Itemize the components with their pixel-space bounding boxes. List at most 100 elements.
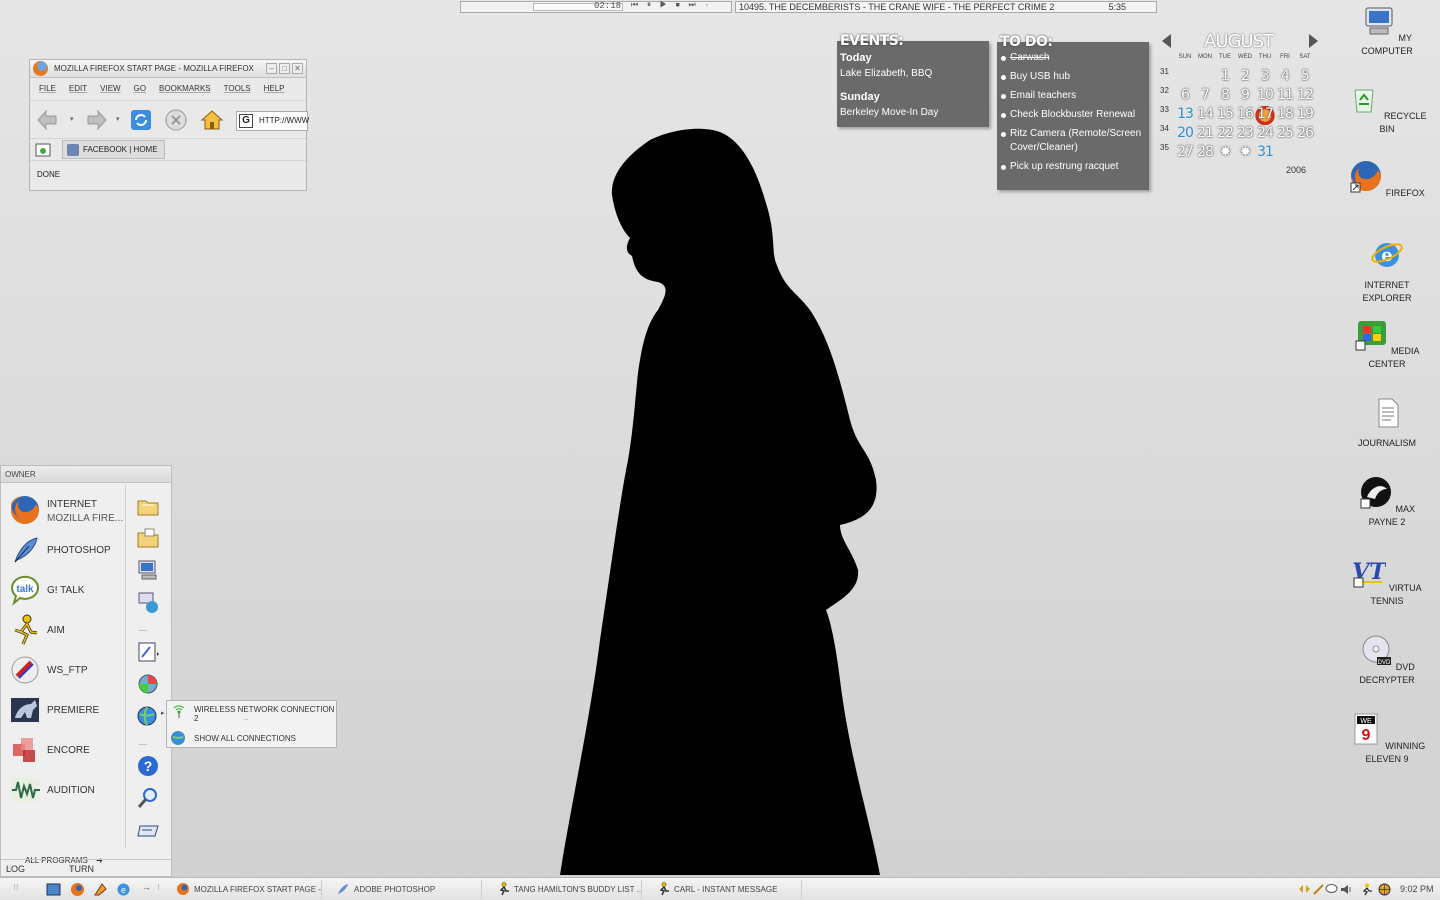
todo-item[interactable]: Carwash [1001, 51, 1145, 65]
task-button-instant-message[interactable]: CARL - INSTANT MESSAGE [652, 880, 802, 899]
desktop-icon-internet-explorer[interactable]: e INTERNET EXPLORER [1347, 238, 1427, 305]
calendar-day[interactable]: 26 [1295, 125, 1315, 144]
calendar-day[interactable]: 27 [1175, 144, 1195, 163]
desktop-icon-recycle-bin[interactable]: RECYCLE BIN [1347, 82, 1427, 136]
desktop-icon-media-center[interactable]: MEDIA CENTER [1347, 317, 1427, 371]
menu-tools[interactable]: TOOLS [224, 78, 251, 100]
calendar-day[interactable]: 23 [1235, 125, 1255, 144]
menu-bookmarks[interactable]: BOOKMARKS [159, 78, 211, 100]
program-audition[interactable]: AUDITION [1, 772, 125, 810]
window-titlebar[interactable]: MOZILLA FIREFOX START PAGE - MOZILLA FIR… [30, 60, 306, 78]
todo-item[interactable]: Email teachers [1001, 89, 1145, 103]
calendar-day[interactable]: 8 [1215, 87, 1235, 106]
connect-to-globe-icon[interactable] [136, 704, 160, 728]
winamp-quicklaunch-icon[interactable] [93, 882, 108, 897]
tray-network-icon[interactable] [1312, 883, 1325, 896]
back-dropdown-icon[interactable]: ▾ [70, 115, 74, 123]
back-arrow-icon[interactable] [36, 108, 60, 132]
calendar-day[interactable]: 16 [1235, 106, 1255, 125]
network-places-icon[interactable] [136, 590, 160, 614]
wireless-network-connection-item[interactable]: WIRELESS NETWORK CONNECTION 2 [194, 705, 336, 723]
calendar-day[interactable]: 1 [1215, 68, 1235, 87]
desktop-icon-firefox[interactable]: FIREFOX [1347, 159, 1427, 200]
calendar-day[interactable]: 11 [1275, 87, 1295, 106]
my-documents-folder-icon[interactable] [136, 494, 160, 518]
calendar-day[interactable]: 12 [1295, 87, 1315, 106]
calendar-day[interactable]: 10 [1255, 87, 1275, 106]
menu-file[interactable]: FILE [39, 78, 56, 100]
tray-aim-icon[interactable] [1360, 883, 1373, 896]
desktop-icon-winning-eleven-9[interactable]: WE 9 WINNING ELEVEN 9 [1347, 712, 1427, 766]
calendar-day[interactable]: 3 [1255, 68, 1275, 87]
run-icon[interactable] [136, 818, 160, 842]
tray-volume-icon[interactable] [1340, 883, 1353, 896]
desktop-icon-dvd-decrypter[interactable]: DVD DVD DECRYPTER [1347, 633, 1427, 687]
todo-item[interactable]: Buy USB hub [1001, 70, 1145, 84]
program-photoshop[interactable]: PHOTOSHOP [1, 532, 125, 570]
minimize-button[interactable]: – [266, 63, 277, 74]
quicklaunch-expand-icon[interactable]: → [142, 882, 151, 892]
reload-icon[interactable] [129, 108, 153, 132]
set-program-access-icon[interactable] [136, 672, 160, 696]
calendar-day[interactable]: 15 [1215, 106, 1235, 125]
calendar-day[interactable]: 25 [1275, 125, 1295, 144]
program-aim[interactable]: AIM [1, 612, 125, 650]
program-premiere[interactable]: PREMIERE [1, 692, 125, 730]
todo-item[interactable]: Ritz Camera (Remote/Screen Cover/Cleaner… [1001, 127, 1145, 155]
url-field[interactable]: G HTTP://WWW [236, 111, 309, 131]
calendar-day[interactable]: 19 [1295, 106, 1315, 125]
program-ws-ftp[interactable]: WS_FTP [1, 652, 125, 690]
calendar-day[interactable]: 2 [1235, 68, 1255, 87]
task-button-photoshop[interactable]: ADOBE PHOTOSHOP [332, 880, 482, 899]
desktop-icon-virtua-tennis[interactable]: VT VIRTUA TENNIS [1347, 554, 1427, 608]
calendar-day[interactable]: 9 [1235, 87, 1255, 106]
forward-dropdown-icon[interactable]: ▾ [116, 115, 120, 123]
next-month-icon[interactable] [1309, 34, 1318, 48]
forward-arrow-icon[interactable] [84, 108, 108, 132]
my-pictures-folder-icon[interactable] [136, 526, 160, 550]
calendar-day[interactable]: ✸ [1215, 144, 1235, 163]
calendar-day[interactable]: 22 [1215, 125, 1235, 144]
search-magnifier-icon[interactable] [136, 786, 160, 810]
calendar-day[interactable]: 31 [1255, 144, 1275, 163]
program-gtalk[interactable]: talk G! TALK [1, 572, 125, 610]
todo-item[interactable]: Pick up restrung racquet [1001, 160, 1145, 174]
task-button-firefox[interactable]: MOZILLA FIREFOX START PAGE -... [172, 880, 322, 899]
calendar-day[interactable]: 6 [1175, 87, 1195, 106]
menu-help[interactable]: HELP [264, 78, 285, 100]
menu-edit[interactable]: EDIT [69, 78, 87, 100]
calendar-day[interactable]: 20 [1175, 125, 1195, 144]
bookmark-facebook-home[interactable]: FACEBOOK | HOME [62, 140, 165, 159]
my-computer-icon[interactable] [136, 558, 160, 582]
calendar-day[interactable]: 28 [1195, 144, 1215, 163]
desktop-icon-journalism[interactable]: JOURNALISM [1347, 396, 1427, 450]
calendar-day[interactable]: ✸ [1235, 144, 1255, 163]
control-panel-icon[interactable] [136, 640, 160, 664]
tray-globe-icon[interactable] [1378, 883, 1391, 896]
new-tab-icon[interactable] [35, 142, 51, 158]
tray-chat-icon[interactable] [1325, 883, 1338, 896]
todo-item[interactable]: Check Blockbuster Renewal [1001, 108, 1145, 122]
calendar-day[interactable]: 4 [1275, 68, 1295, 87]
firefox-window[interactable]: MOZILLA FIREFOX START PAGE - MOZILLA FIR… [29, 59, 309, 191]
calendar-day[interactable]: 13 [1175, 106, 1195, 125]
previous-month-icon[interactable] [1162, 34, 1171, 48]
stop-icon[interactable] [164, 108, 188, 132]
media-controls[interactable]: ⏮ ⏸ ▶ ⏹ ⏭ · [631, 1, 711, 10]
desktop-icon-max-payne-2[interactable]: MAX PAYNE 2 [1347, 475, 1427, 529]
media-player-bar[interactable]: 02:18 ⏮ ⏸ ▶ ⏹ ⏭ · [460, 1, 732, 13]
menu-go[interactable]: GO [134, 78, 146, 100]
calendar-day[interactable]: 14 [1195, 106, 1215, 125]
tray-arrows-icon[interactable] [1298, 883, 1311, 896]
task-button-buddy-list[interactable]: TANG HAMILTON'S BUDDY LIST ... [492, 880, 642, 899]
help-icon[interactable]: ? [136, 754, 160, 778]
ie-quicklaunch-icon[interactable]: e [116, 882, 131, 897]
show-desktop-icon[interactable] [46, 882, 61, 897]
program-internet[interactable]: INTERNET MOZILLA FIRE... [1, 492, 125, 530]
calendar-day[interactable]: 17 [1255, 106, 1275, 125]
calendar-day[interactable]: 18 [1275, 106, 1295, 125]
calendar-day[interactable]: 7 [1195, 87, 1215, 106]
menu-view[interactable]: VIEW [100, 78, 120, 100]
home-icon[interactable] [200, 108, 224, 132]
desktop-icon-my-computer[interactable]: MY COMPUTER [1347, 4, 1427, 58]
